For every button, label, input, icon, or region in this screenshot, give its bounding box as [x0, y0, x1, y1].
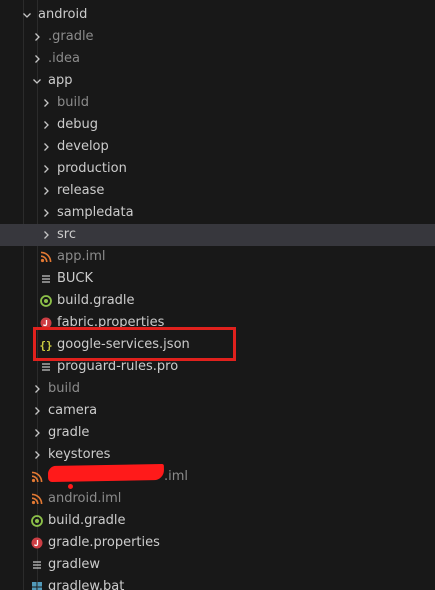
tree-item-label: build.gradle — [48, 513, 126, 528]
windows-file-icon — [30, 579, 44, 590]
tree-item-proguard-rules[interactable]: proguard-rules.pro — [0, 356, 435, 378]
tree-item-buck[interactable]: BUCK — [0, 268, 435, 290]
text-file-icon — [39, 359, 53, 375]
tree-item-app-iml[interactable]: app.iml — [0, 246, 435, 268]
tree-item-gradle[interactable]: gradle — [0, 422, 435, 444]
gradle-file-icon — [30, 513, 44, 529]
xml-file-icon — [39, 249, 53, 265]
tree-item-label: BUCK — [57, 271, 94, 286]
tree-item-label: gradle — [48, 425, 90, 440]
tree-item-label: fabric.properties — [57, 315, 165, 330]
tree-item-app-build[interactable]: build — [0, 92, 435, 114]
tree-item-label: proguard-rules.pro — [57, 359, 179, 374]
file-explorer-tree: android .gradle .idea app build debug de… — [0, 0, 435, 590]
tree-item-build[interactable]: build — [0, 378, 435, 400]
chevron-right-icon — [39, 95, 53, 111]
tree-item-label: gradlew.bat — [48, 579, 125, 590]
text-file-icon — [39, 271, 53, 287]
chevron-right-icon — [30, 403, 44, 419]
tree-item-label: develop — [57, 139, 109, 154]
chevron-right-icon — [30, 447, 44, 463]
properties-file-icon — [30, 535, 44, 551]
tree-item-google-services-json[interactable]: {} google-services.json — [0, 334, 435, 356]
xml-file-icon — [30, 469, 44, 485]
chevron-right-icon — [39, 161, 53, 177]
tree-item-label: google-services.json — [57, 337, 190, 352]
tree-item-gradle-hidden-folder[interactable]: .gradle — [0, 26, 435, 48]
tree-item-app-build-gradle[interactable]: build.gradle — [0, 290, 435, 312]
tree-item-gradle-properties[interactable]: gradle.properties — [0, 532, 435, 554]
tree-item-debug[interactable]: debug — [0, 114, 435, 136]
chevron-right-icon — [39, 227, 53, 243]
xml-file-icon — [30, 491, 44, 507]
tree-item-label: camera — [48, 403, 98, 418]
chevron-right-icon — [39, 205, 53, 221]
tree-item-label: app — [48, 73, 73, 88]
tree-item-label: app.iml — [57, 249, 106, 264]
tree-item-app[interactable]: app — [0, 70, 435, 92]
tree-item-sampledata[interactable]: sampledata — [0, 202, 435, 224]
tree-item-label: build.gradle — [57, 293, 135, 308]
chevron-right-icon — [30, 29, 44, 45]
tree-item-label: release — [57, 183, 105, 198]
tree-item-label: .gradle — [48, 29, 94, 44]
text-file-icon — [30, 557, 44, 573]
tree-item-src[interactable]: src — [0, 224, 435, 246]
tree-item-label: .idea — [48, 51, 80, 66]
tree-item-label: build — [48, 381, 80, 396]
tree-item-camera[interactable]: camera — [0, 400, 435, 422]
tree-item-release[interactable]: release — [0, 180, 435, 202]
tree-item-production[interactable]: production — [0, 158, 435, 180]
tree-item-fabric-properties[interactable]: fabric.properties — [0, 312, 435, 334]
chevron-right-icon — [39, 183, 53, 199]
json-file-icon: {} — [39, 338, 53, 352]
chevron-right-icon — [30, 51, 44, 67]
chevron-right-icon — [39, 117, 53, 133]
tree-item-label: src — [57, 227, 76, 242]
chevron-down-icon — [20, 7, 34, 23]
tree-item-label: .iml — [164, 469, 189, 484]
tree-item-develop[interactable]: develop — [0, 136, 435, 158]
tree-item-label: build — [57, 95, 89, 110]
tree-item-label: gradlew — [48, 557, 101, 572]
chevron-right-icon — [30, 381, 44, 397]
tree-item-label: sampledata — [57, 205, 134, 220]
tree-item-android[interactable]: android — [0, 4, 435, 26]
gradle-file-icon — [39, 293, 53, 309]
chevron-right-icon — [39, 139, 53, 155]
tree-item-label: debug — [57, 117, 98, 132]
tree-item-label: android — [38, 7, 88, 22]
chevron-right-icon — [30, 425, 44, 441]
tree-item-gradlew[interactable]: gradlew — [0, 554, 435, 576]
tree-item-label: production — [57, 161, 127, 176]
tree-item-gradlew-bat[interactable]: gradlew.bat — [0, 576, 435, 590]
properties-file-icon — [39, 315, 53, 331]
redaction-scribble — [47, 463, 165, 483]
tree-item-idea-folder[interactable]: .idea — [0, 48, 435, 70]
tree-item-label: android.iml — [48, 491, 122, 506]
tree-item-keystores[interactable]: keystores — [0, 444, 435, 466]
tree-item-label: gradle.properties — [48, 535, 160, 550]
tree-item-android-iml[interactable]: android.iml — [0, 488, 435, 510]
redaction-dot — [68, 484, 73, 489]
tree-item-label: keystores — [48, 447, 111, 462]
tree-item-root-build-gradle[interactable]: build.gradle — [0, 510, 435, 532]
chevron-down-icon — [30, 73, 44, 89]
